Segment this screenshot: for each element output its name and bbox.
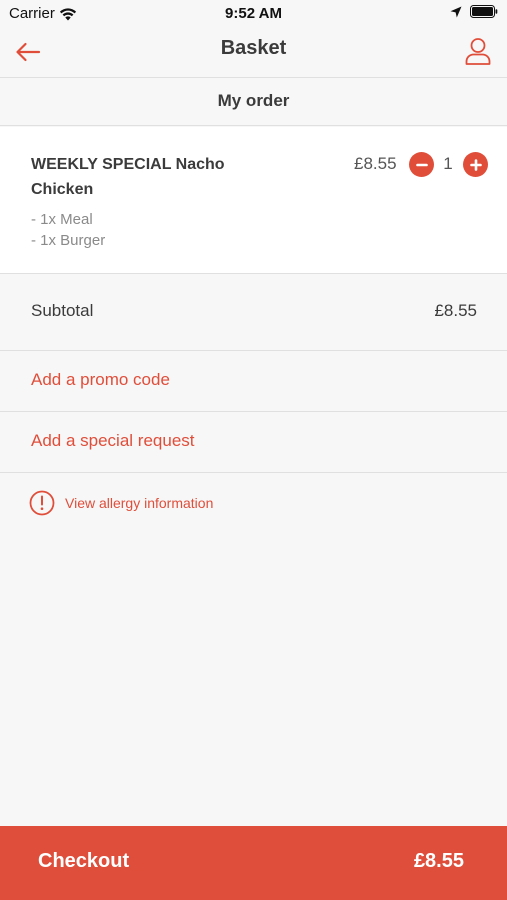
increase-quantity-button[interactable]	[463, 152, 488, 177]
checkout-button[interactable]: Checkout £8.55	[0, 826, 507, 900]
alert-circle-icon	[29, 490, 55, 516]
minus-icon	[415, 163, 428, 166]
battery-icon	[470, 5, 498, 18]
plus-icon	[469, 158, 482, 171]
status-right	[450, 5, 498, 18]
nav-bar: Basket	[0, 28, 507, 78]
checkout-label: Checkout	[38, 850, 130, 872]
order-item: WEEKLY SPECIAL Nacho Chicken - 1x Meal -…	[0, 127, 507, 274]
subtotal-row: Subtotal £8.55	[0, 274, 507, 351]
section-title: My order	[0, 78, 507, 126]
allergy-info-link[interactable]: View allergy information	[29, 490, 213, 516]
decrease-quantity-button[interactable]	[409, 152, 434, 177]
user-icon	[465, 38, 491, 65]
subtotal-value: £8.55	[434, 301, 477, 320]
status-time: 9:52 AM	[225, 5, 282, 22]
special-request-link[interactable]: Add a special request	[31, 431, 195, 451]
item-option: - 1x Burger	[31, 232, 106, 249]
special-request-row[interactable]: Add a special request	[0, 412, 507, 473]
item-quantity: 1	[443, 154, 453, 173]
location-arrow-icon	[450, 6, 462, 17]
item-name: WEEKLY SPECIAL Nacho Chicken	[31, 156, 225, 198]
profile-button[interactable]	[461, 34, 495, 68]
subtotal-label: Subtotal	[31, 301, 94, 320]
checkout-total: £8.55	[413, 850, 464, 872]
page-title: Basket	[220, 37, 287, 59]
promo-code-link[interactable]: Add a promo code	[31, 370, 170, 390]
allergy-info-label: View allergy information	[65, 495, 214, 511]
item-options: - 1x Meal - 1x Burger	[31, 209, 105, 251]
basket-screen: Carrier 9:52 AM Basket My order WEEKLY S…	[0, 0, 507, 900]
item-option: - 1x Meal	[31, 211, 93, 228]
item-price: £8.55	[354, 154, 397, 173]
promo-code-row[interactable]: Add a promo code	[0, 351, 507, 412]
status-bar: Carrier 9:52 AM	[0, 0, 507, 28]
